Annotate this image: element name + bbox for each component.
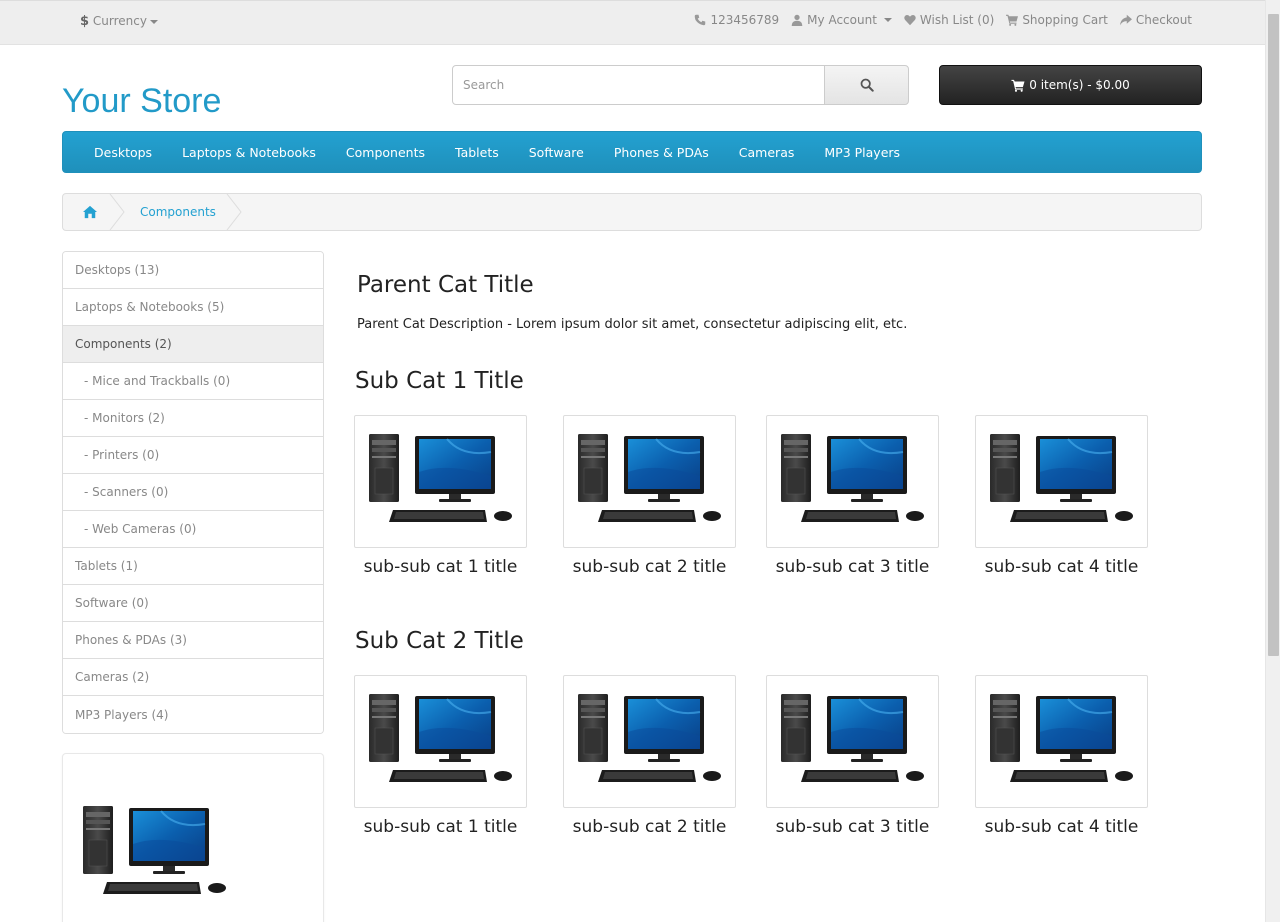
currency-symbol: $ [80,14,90,29]
home-icon [83,205,97,219]
currency-dropdown[interactable]: $ Currency [80,14,158,29]
breadcrumb-separator [226,193,242,231]
breadcrumb: Components [62,193,1202,231]
subsubcat-tile[interactable]: sub-sub cat 3 title [766,675,939,837]
top-links: 123456789 My Account Wish List (0) Shopp… [682,13,1192,27]
menu-item-software[interactable]: Software [514,145,599,160]
shopping-cart-link[interactable]: Shopping Cart [1006,13,1108,27]
subsubcat-thumbnail[interactable] [354,415,527,548]
subsubcat-title[interactable]: sub-sub cat 1 title [354,557,527,577]
breadcrumb-components[interactable]: Components [140,205,216,219]
search-group [452,65,909,105]
subsubcat-tile[interactable]: sub-sub cat 1 title [354,415,527,577]
search-button[interactable] [824,65,909,105]
sidebar-item-mice-trackballs[interactable]: - Mice and Trackballs (0) [63,363,323,400]
subsubcat-tile[interactable]: sub-sub cat 2 title [563,675,736,837]
breadcrumb-home[interactable] [83,204,97,219]
my-account-label: My Account [807,13,877,27]
subsubcat-tile[interactable]: sub-sub cat 2 title [563,415,736,577]
breadcrumb-separator [109,193,125,231]
subsubcat-tile[interactable]: sub-sub cat 4 title [975,675,1148,837]
desktop-computer-image [576,692,726,784]
wish-list-label: Wish List (0) [919,13,995,27]
checkout-label: Checkout [1135,13,1192,27]
desktop-computer-image [779,432,929,524]
share-icon [1119,14,1132,26]
desktop-computer-image [81,804,231,896]
subsubcat-title[interactable]: sub-sub cat 2 title [563,817,736,837]
subsubcat-thumbnail[interactable] [975,415,1148,548]
sidebar-item-tablets[interactable]: Tablets (1) [63,548,323,585]
cart-button[interactable]: 0 item(s) - $0.00 [939,65,1202,105]
scrollbar-thumb[interactable] [1268,14,1279,656]
caret-down-icon [883,18,892,22]
phone-icon [695,14,706,26]
subcategory-title: Sub Cat 1 Title [355,368,524,394]
parent-category-description: Parent Cat Description - Lorem ipsum dol… [357,317,908,332]
desktop-computer-image [779,692,929,784]
my-account-dropdown[interactable]: My Account [791,13,892,27]
subsubcat-thumbnail[interactable] [766,415,939,548]
menu-item-desktops[interactable]: Desktops [79,145,167,160]
sidebar-item-desktops[interactable]: Desktops (13) [63,252,323,289]
heart-icon [904,14,916,26]
store-logo[interactable]: Your Store [62,82,221,121]
subsubcat-tile[interactable]: sub-sub cat 3 title [766,415,939,577]
sidebar-item-phones-pdas[interactable]: Phones & PDAs (3) [63,622,323,659]
wish-list-link[interactable]: Wish List (0) [904,13,994,27]
subsubcat-title[interactable]: sub-sub cat 1 title [354,817,527,837]
search-icon [860,78,874,92]
shopping-cart-label: Shopping Cart [1022,13,1108,27]
subsubcat-title[interactable]: sub-sub cat 3 title [766,817,939,837]
menu-item-phones-pdas[interactable]: Phones & PDAs [599,145,724,160]
subsubcat-tile[interactable]: sub-sub cat 1 title [354,675,527,837]
subsubcat-title[interactable]: sub-sub cat 2 title [563,557,736,577]
menu-item-components[interactable]: Components [331,145,440,160]
user-icon [791,14,803,26]
desktop-computer-image [367,432,517,524]
sidebar-item-components[interactable]: Components (2) [63,326,323,363]
sidebar-item-cameras[interactable]: Cameras (2) [63,659,323,696]
category-sidebar: Desktops (13) Laptops & Notebooks (5) Co… [62,251,324,734]
sidebar-banner[interactable] [62,753,324,922]
sidebar-item-software[interactable]: Software (0) [63,585,323,622]
menu-item-mp3-players[interactable]: MP3 Players [809,145,915,160]
cart-total: 0 item(s) - $0.00 [1029,78,1130,92]
menu-item-cameras[interactable]: Cameras [724,145,810,160]
subsubcat-thumbnail[interactable] [563,675,736,808]
subsubcat-title[interactable]: sub-sub cat 4 title [975,817,1148,837]
sidebar-item-mp3-players[interactable]: MP3 Players (4) [63,696,323,733]
cart-icon [1011,79,1025,92]
subcategory-title: Sub Cat 2 Title [355,628,524,654]
page-scrollbar[interactable] [1265,0,1280,922]
desktop-computer-image [988,692,1138,784]
subsubcat-title[interactable]: sub-sub cat 3 title [766,557,939,577]
desktop-computer-image [576,432,726,524]
phone-number: 123456789 [710,13,780,27]
phone-link[interactable]: 123456789 [694,13,779,27]
menu-item-laptops-notebooks[interactable]: Laptops & Notebooks [167,145,331,160]
checkout-link[interactable]: Checkout [1119,13,1192,27]
subsubcat-thumbnail[interactable] [766,675,939,808]
menu-item-tablets[interactable]: Tablets [440,145,514,160]
cart-icon [1006,14,1019,26]
sidebar-item-monitors[interactable]: - Monitors (2) [63,400,323,437]
parent-category-title: Parent Cat Title [357,272,534,298]
subsubcat-thumbnail[interactable] [975,675,1148,808]
desktop-computer-image [367,692,517,784]
sidebar-item-web-cameras[interactable]: - Web Cameras (0) [63,511,323,548]
sidebar-item-scanners[interactable]: - Scanners (0) [63,474,323,511]
main-menu: Desktops Laptops & Notebooks Components … [62,131,1202,173]
desktop-computer-image [988,432,1138,524]
subsubcat-tile[interactable]: sub-sub cat 4 title [975,415,1148,577]
search-input[interactable] [452,65,825,105]
subsubcat-thumbnail[interactable] [563,415,736,548]
subsubcat-thumbnail[interactable] [354,675,527,808]
sidebar-item-laptops-notebooks[interactable]: Laptops & Notebooks (5) [63,289,323,326]
currency-label: Currency [92,14,147,28]
subsubcat-title[interactable]: sub-sub cat 4 title [975,557,1148,577]
caret-down-icon [149,19,158,24]
sidebar-item-printers[interactable]: - Printers (0) [63,437,323,474]
top-bar: $ Currency 123456789 My Account Wish Lis… [0,0,1265,45]
